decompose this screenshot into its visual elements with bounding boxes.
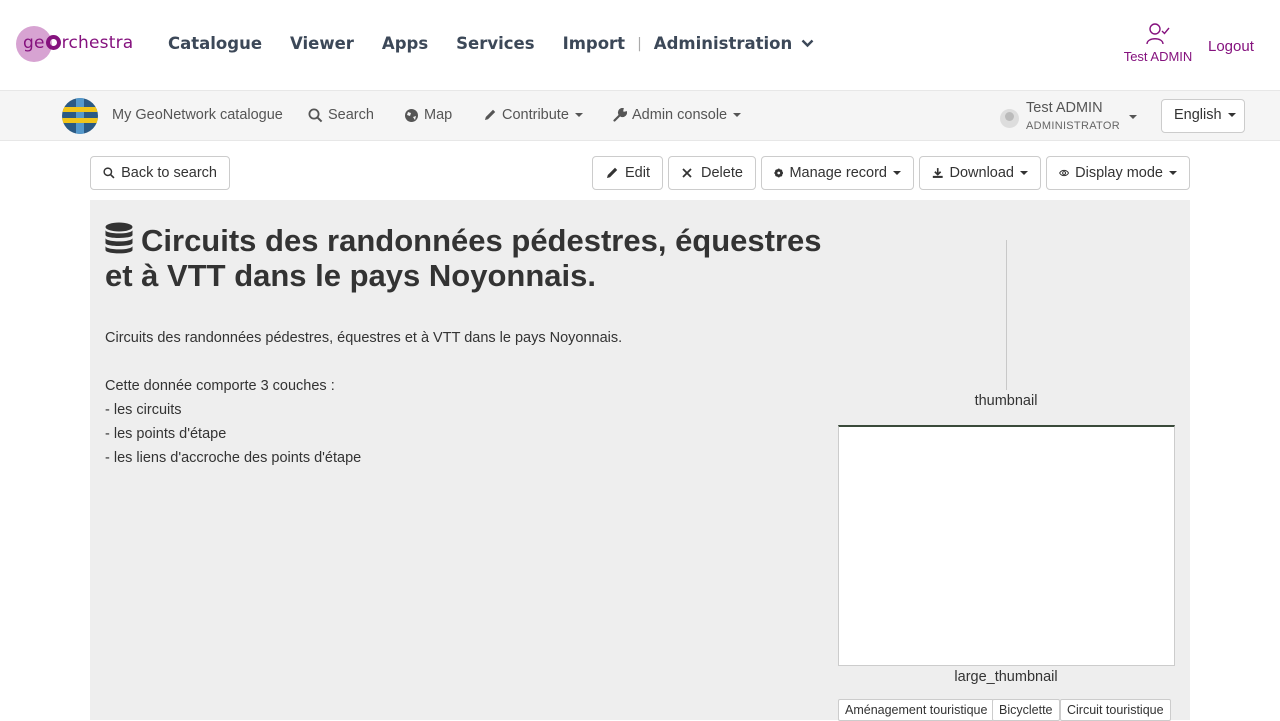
language-label: English bbox=[1174, 107, 1222, 123]
back-to-search-label: Back to search bbox=[121, 165, 217, 181]
georchestra-header: ge rchestra Catalogue Viewer Apps Service… bbox=[0, 0, 1280, 90]
delete-button[interactable]: Delete bbox=[668, 156, 756, 190]
record-panel: Circuits des randonnées pédestres, éques… bbox=[90, 200, 1190, 721]
display-mode-button[interactable]: Display mode bbox=[1046, 156, 1190, 190]
search-nav-link[interactable]: Search bbox=[308, 107, 374, 123]
database-icon bbox=[105, 222, 133, 254]
map-nav-link[interactable]: Map bbox=[404, 107, 452, 123]
abstract-line: - les liens d'accroche des points d'étap… bbox=[105, 450, 362, 466]
map-nav-label: Map bbox=[424, 107, 453, 123]
caret-down-icon bbox=[1169, 171, 1177, 175]
gn-user-role: ADMINISTRATOR bbox=[1026, 120, 1120, 132]
nav-catalogue[interactable]: Catalogue bbox=[168, 34, 262, 53]
keyword-tag[interactable]: Circuit touristique bbox=[1060, 699, 1171, 721]
record-abstract: Circuits des randonnées pédestres, éques… bbox=[105, 326, 622, 470]
nav-apps[interactable]: Apps bbox=[382, 34, 428, 53]
edit-button[interactable]: Edit bbox=[592, 156, 663, 190]
pencil-icon bbox=[485, 109, 496, 120]
wrench-icon bbox=[613, 108, 627, 122]
manage-record-label: Manage record bbox=[789, 165, 887, 181]
catalog-name: My GeoNetwork catalogue bbox=[112, 107, 283, 123]
thumbnail-image[interactable] bbox=[1006, 240, 1007, 390]
thumbnail-caption: thumbnail bbox=[974, 393, 1038, 409]
record-title: Circuits des randonnées pédestres, éques… bbox=[105, 222, 825, 293]
nav-viewer[interactable]: Viewer bbox=[290, 34, 354, 53]
nav-separator: | bbox=[637, 35, 642, 52]
caret-down-icon bbox=[1227, 113, 1236, 118]
edit-label: Edit bbox=[625, 165, 650, 181]
avatar bbox=[1000, 109, 1019, 128]
nav-administration[interactable]: Administration bbox=[654, 34, 814, 53]
admin-console-label: Admin console bbox=[632, 107, 728, 123]
keyword-tag[interactable]: Bicyclette bbox=[992, 699, 1060, 721]
catalog-home-link[interactable]: My GeoNetwork catalogue bbox=[112, 107, 283, 123]
large-thumbnail-image[interactable] bbox=[838, 425, 1175, 666]
pencil-icon bbox=[607, 167, 618, 178]
caret-down-icon bbox=[1020, 171, 1028, 175]
caret-down-icon bbox=[733, 113, 742, 117]
caret-down-icon bbox=[574, 113, 583, 117]
chevron-down-icon bbox=[801, 39, 814, 48]
georchestra-nav: Catalogue Viewer Apps Services Import | … bbox=[168, 34, 814, 53]
contribute-label: Contribute bbox=[502, 107, 569, 123]
logo-text: ge rchestra bbox=[23, 33, 134, 53]
display-mode-label: Display mode bbox=[1075, 165, 1163, 181]
caret-down-icon bbox=[893, 171, 901, 175]
abstract-line bbox=[105, 350, 622, 374]
nav-services[interactable]: Services bbox=[456, 34, 534, 53]
georchestra-user[interactable]: Test ADMIN bbox=[1118, 22, 1198, 64]
large-thumbnail-caption: large_thumbnail bbox=[954, 669, 1058, 685]
back-to-search-button[interactable]: Back to search bbox=[90, 156, 230, 190]
language-dropdown[interactable]: English bbox=[1161, 99, 1245, 133]
search-nav-label: Search bbox=[328, 107, 374, 123]
delete-label: Delete bbox=[701, 165, 743, 181]
abstract-line: Circuits des randonnées pédestres, éques… bbox=[105, 330, 623, 346]
download-label: Download bbox=[949, 165, 1015, 181]
nav-administration-label: Administration bbox=[653, 34, 793, 53]
nav-import[interactable]: Import bbox=[563, 34, 626, 53]
georchestra-user-name: Test ADMIN bbox=[1123, 49, 1193, 64]
record-title-text: Circuits des randonnées pédestres, éques… bbox=[105, 223, 822, 293]
search-icon bbox=[308, 108, 323, 122]
globe-icon bbox=[405, 108, 418, 122]
download-icon bbox=[932, 168, 943, 178]
abstract-line: - les points d'étape bbox=[105, 426, 227, 442]
user-check-icon bbox=[1146, 23, 1170, 45]
abstract-line: - les circuits bbox=[105, 402, 182, 418]
georchestra-logo[interactable]: ge rchestra bbox=[16, 26, 146, 64]
eye-icon bbox=[1059, 169, 1070, 177]
geonetwork-logo[interactable] bbox=[62, 98, 98, 134]
close-icon bbox=[682, 168, 692, 178]
logout-link[interactable]: Logout bbox=[1208, 38, 1254, 55]
admin-console-menu[interactable]: Admin console bbox=[613, 107, 742, 123]
search-icon bbox=[103, 167, 115, 179]
download-button[interactable]: Download bbox=[919, 156, 1041, 190]
manage-record-button[interactable]: Manage record bbox=[761, 156, 914, 190]
contribute-menu[interactable]: Contribute bbox=[483, 107, 583, 123]
gn-user-name: Test ADMIN bbox=[1026, 100, 1103, 116]
keyword-tag[interactable]: Aménagement touristique bbox=[838, 699, 995, 721]
gear-icon bbox=[774, 168, 784, 178]
caret-down-icon bbox=[1129, 115, 1137, 119]
abstract-line: Cette donnée comporte 3 couches : bbox=[105, 378, 335, 394]
geonetwork-navbar: My GeoNetwork catalogue Search Map Contr… bbox=[0, 90, 1280, 141]
